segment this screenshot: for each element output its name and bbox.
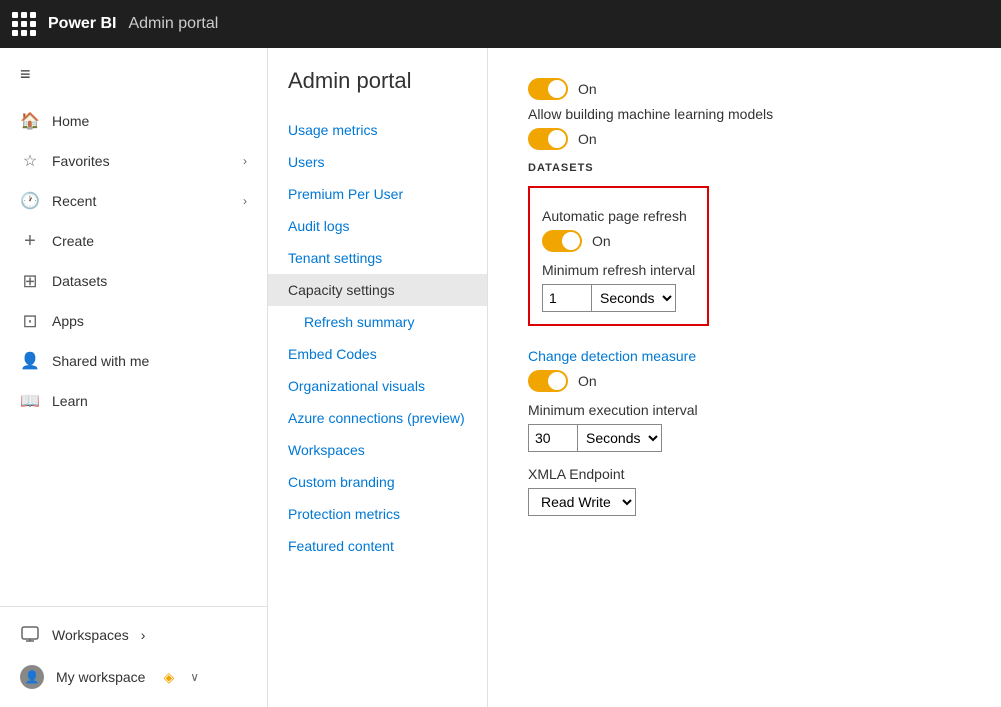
hamburger-icon[interactable]: ≡ bbox=[0, 48, 267, 101]
sidebar-item-workspaces[interactable]: Workspaces › bbox=[0, 615, 267, 655]
secondary-nav: Admin portal Usage metrics Users Premium… bbox=[268, 48, 488, 707]
refresh-interval-row: Seconds Minutes Hours bbox=[542, 284, 695, 312]
apps-icon[interactable] bbox=[12, 12, 36, 36]
toggle1[interactable] bbox=[528, 78, 568, 100]
toggle3-label: On bbox=[592, 233, 611, 249]
sidebar-item-apps-label: Apps bbox=[52, 313, 84, 329]
apps-nav-icon: ⊡ bbox=[20, 311, 40, 331]
sidebar-item-datasets[interactable]: ⊞ Datasets bbox=[0, 261, 267, 301]
sidebar-item-create-label: Create bbox=[52, 233, 94, 249]
sidebar-item-recent-label: Recent bbox=[52, 193, 96, 209]
sidebar-item-create[interactable]: + Create bbox=[0, 221, 267, 261]
toggle2[interactable] bbox=[528, 128, 568, 150]
refresh-interval-select[interactable]: Seconds Minutes Hours bbox=[592, 284, 676, 312]
app-subtitle: Admin portal bbox=[128, 15, 218, 33]
nav-usage-metrics[interactable]: Usage metrics bbox=[268, 114, 487, 146]
page-title: Admin portal bbox=[268, 68, 487, 114]
nav-protection-metrics[interactable]: Protection metrics bbox=[268, 498, 487, 530]
sidebar-item-learn-label: Learn bbox=[52, 393, 88, 409]
toggle4[interactable] bbox=[528, 370, 568, 392]
home-icon: 🏠 bbox=[20, 111, 40, 131]
toggle1-row: On bbox=[528, 78, 961, 100]
execution-interval-input[interactable] bbox=[528, 424, 578, 452]
sidebar-item-myworkspace-label: My workspace bbox=[56, 669, 145, 685]
app-name: Power BI bbox=[48, 15, 116, 33]
avatar: 👤 bbox=[20, 665, 44, 689]
recent-chevron-icon: › bbox=[243, 194, 247, 208]
min-execution-label: Minimum execution interval bbox=[528, 402, 961, 418]
nav-audit-logs[interactable]: Audit logs bbox=[268, 210, 487, 242]
sidebar-item-shared[interactable]: 👤 Shared with me bbox=[0, 341, 267, 381]
nav-embed-codes[interactable]: Embed Codes bbox=[268, 338, 487, 370]
sidebar-item-home-label: Home bbox=[52, 113, 89, 129]
refresh-interval-input[interactable] bbox=[542, 284, 592, 312]
favorites-icon: ☆ bbox=[20, 151, 40, 171]
xmla-endpoint-select[interactable]: Read Write Read Only Off bbox=[528, 488, 636, 516]
workspaces-chevron-icon: › bbox=[141, 627, 146, 643]
main-panel: On Allow building machine learning model… bbox=[488, 48, 1001, 707]
min-refresh-label: Minimum refresh interval bbox=[542, 262, 695, 278]
nav-org-visuals[interactable]: Organizational visuals bbox=[268, 370, 487, 402]
sidebar-item-myworkspace[interactable]: 👤 My workspace ◈ ∨ bbox=[0, 655, 267, 699]
datasets-highlight-box: Automatic page refresh On Minimum refres… bbox=[528, 186, 709, 326]
nav-workspaces[interactable]: Workspaces bbox=[268, 434, 487, 466]
sidebar-item-favorites[interactable]: ☆ Favorites › bbox=[0, 141, 267, 181]
toggle2-label: On bbox=[578, 131, 597, 147]
content-area: Admin portal Usage metrics Users Premium… bbox=[268, 48, 1001, 707]
sidebar-item-recent[interactable]: 🕐 Recent › bbox=[0, 181, 267, 221]
nav-capacity-settings[interactable]: Capacity settings bbox=[268, 274, 487, 306]
learn-icon: 📖 bbox=[20, 391, 40, 411]
nav-custom-branding[interactable]: Custom branding bbox=[268, 466, 487, 498]
sidebar-item-learn[interactable]: 📖 Learn bbox=[0, 381, 267, 421]
xmla-endpoint-label: XMLA Endpoint bbox=[528, 466, 961, 482]
allow-ml-section: On Allow building machine learning model… bbox=[528, 78, 961, 150]
sidebar-bottom: Workspaces › 👤 My workspace ◈ ∨ bbox=[0, 606, 267, 707]
toggle3[interactable] bbox=[542, 230, 582, 252]
sidebar-item-shared-label: Shared with me bbox=[52, 353, 149, 369]
myworkspace-chevron-down-icon: ∨ bbox=[190, 670, 199, 684]
workspaces-icon bbox=[20, 625, 40, 645]
datasets-heading: DATASETS bbox=[528, 162, 961, 174]
nav-users[interactable]: Users bbox=[268, 146, 487, 178]
execution-interval-select[interactable]: Seconds Minutes Hours bbox=[578, 424, 662, 452]
create-icon: + bbox=[20, 231, 40, 251]
toggle4-row: On bbox=[528, 370, 961, 392]
sidebar: ≡ 🏠 Home ☆ Favorites › 🕐 Recent › + Crea… bbox=[0, 48, 268, 707]
xmla-select-row: Read Write Read Only Off bbox=[528, 488, 961, 516]
sidebar-item-favorites-label: Favorites bbox=[52, 153, 110, 169]
nav-premium-per-user[interactable]: Premium Per User bbox=[268, 178, 487, 210]
diamond-icon: ◈ bbox=[163, 669, 174, 686]
auto-refresh-label: Automatic page refresh bbox=[542, 208, 695, 224]
sidebar-item-apps[interactable]: ⊡ Apps bbox=[0, 301, 267, 341]
toggle3-row: On bbox=[542, 230, 695, 252]
favorites-chevron-icon: › bbox=[243, 154, 247, 168]
nav-featured-content[interactable]: Featured content bbox=[268, 530, 487, 562]
shared-icon: 👤 bbox=[20, 351, 40, 371]
nav-azure-connections[interactable]: Azure connections (preview) bbox=[268, 402, 487, 434]
sidebar-nav: 🏠 Home ☆ Favorites › 🕐 Recent › + Create… bbox=[0, 101, 267, 606]
nav-tenant-settings[interactable]: Tenant settings bbox=[268, 242, 487, 274]
sidebar-item-workspaces-label: Workspaces bbox=[52, 627, 129, 643]
toggle4-label: On bbox=[578, 373, 597, 389]
toggle1-label: On bbox=[578, 81, 597, 97]
datasets-icon: ⊞ bbox=[20, 271, 40, 291]
toggle2-row: On bbox=[528, 128, 961, 150]
execution-interval-row: Seconds Minutes Hours bbox=[528, 424, 961, 452]
change-detection-label[interactable]: Change detection measure bbox=[528, 348, 961, 364]
allow-ml-label: Allow building machine learning models bbox=[528, 106, 961, 122]
topbar: Power BI Admin portal bbox=[0, 0, 1001, 48]
sidebar-item-datasets-label: Datasets bbox=[52, 273, 107, 289]
sidebar-item-home[interactable]: 🏠 Home bbox=[0, 101, 267, 141]
recent-icon: 🕐 bbox=[20, 191, 40, 211]
nav-refresh-summary[interactable]: Refresh summary bbox=[268, 306, 487, 338]
